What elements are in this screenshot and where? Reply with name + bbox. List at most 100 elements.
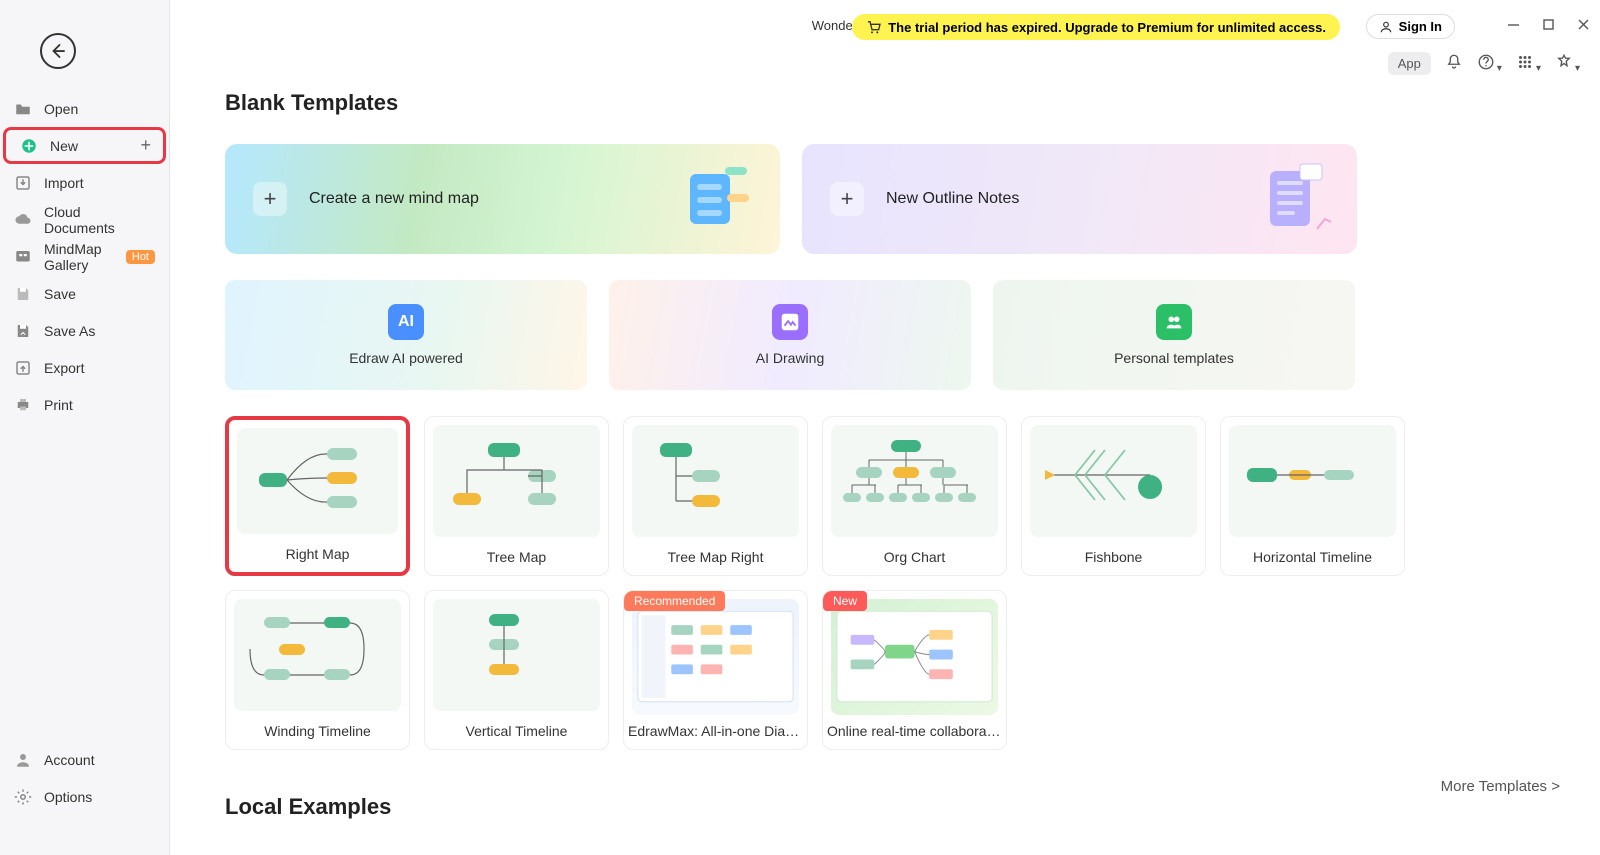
signin-label: Sign In [1399,19,1442,34]
grid-dropdown[interactable]: ▾ [1516,53,1541,74]
new-outline-label: New Outline Notes [886,190,1019,208]
template-label: EdrawMax: All-in-one Diag... [624,715,807,749]
ai-drawing-icon [772,304,808,340]
sidebar-item-label: Open [44,101,78,117]
template-label: Online real-time collaborat... [823,715,1006,749]
sidebar-item-label: Export [44,360,84,376]
fishbone-preview-icon [1030,425,1197,537]
sidebar-item-label: Save As [44,323,95,339]
sidebar-item-print[interactable]: Print [0,386,169,423]
sidebar-item-label: Cloud Documents [44,204,155,236]
back-button[interactable] [40,33,76,69]
tree-map-right-preview-icon [632,425,799,537]
template-org-chart[interactable]: Org Chart [822,416,1007,576]
horizontal-timeline-preview-icon [1229,425,1396,537]
template-label: Right Map [229,538,406,572]
plus-icon: + [253,182,287,216]
sidebar-item-label: Import [44,175,84,191]
right-map-preview-icon [237,428,398,534]
ai-drawing-card[interactable]: AI Drawing [609,280,971,390]
folder-icon [14,100,32,118]
sidebar-item-label: MindMap Gallery [44,241,122,273]
template-edrawmax[interactable]: Recommended EdrawMax: [623,590,808,750]
sidebar-item-label: Print [44,397,73,413]
more-templates-link[interactable]: More Templates > [1441,778,1560,795]
sidebar-item-label: New [50,138,78,154]
tree-map-preview-icon [433,425,600,537]
sidebar-item-label: Account [44,752,95,768]
app-chip[interactable]: App [1388,52,1431,75]
theme-dropdown[interactable]: ▾ [1555,53,1580,74]
sidebar-item-label: Options [44,789,92,805]
user-icon [14,751,32,769]
plus-icon: + [830,182,864,216]
template-label: Fishbone [1022,541,1205,575]
secondary-toolbar: App ▾ ▾ ▾ [1388,52,1580,75]
signin-button[interactable]: Sign In [1366,14,1455,39]
sidebar-item-new[interactable]: New + [3,127,166,164]
sidebar-item-mindmap-gallery[interactable]: MindMap Gallery Hot [0,238,169,275]
save-as-icon [14,322,32,340]
minimize-button[interactable] [1507,18,1520,36]
template-winding-timeline[interactable]: Winding Timeline [225,590,410,750]
gear-icon [14,788,32,806]
vertical-timeline-preview-icon [433,599,600,711]
maximize-button[interactable] [1542,18,1555,36]
template-tree-map-right[interactable]: Tree Map Right [623,416,808,576]
bell-icon[interactable] [1445,53,1463,74]
add-new-icon[interactable]: + [140,135,151,156]
edrawmax-preview-icon [632,599,799,715]
template-horizontal-timeline[interactable]: Horizontal Timeline [1220,416,1405,576]
ai-drawing-label: AI Drawing [756,350,824,366]
section-local-examples: Local Examples [225,794,1570,820]
print-icon [14,396,32,414]
close-button[interactable] [1577,18,1590,36]
new-outline-card[interactable]: + New Outline Notes [802,144,1357,254]
ai-powered-card[interactable]: AI Edraw AI powered [225,280,587,390]
sidebar-item-open[interactable]: Open [0,90,169,127]
mindmap-illustration-icon [665,159,755,239]
org-chart-preview-icon [831,425,998,537]
export-icon [14,359,32,377]
sidebar-item-cloud-documents[interactable]: Cloud Documents [0,201,169,238]
sidebar-item-save-as[interactable]: Save As [0,312,169,349]
personal-templates-card[interactable]: Personal templates [993,280,1355,390]
sidebar-item-save[interactable]: Save [0,275,169,312]
sidebar-item-options[interactable]: Options [0,778,169,815]
sidebar-item-export[interactable]: Export [0,349,169,386]
new-badge: New [823,591,867,611]
save-icon [14,285,32,303]
template-label: Horizontal Timeline [1221,541,1404,575]
trial-message: The trial period has expired. Upgrade to… [888,20,1326,35]
template-grid: Right Map Tree Map Tr [225,416,1570,750]
template-fishbone[interactable]: Fishbone [1021,416,1206,576]
create-mindmap-label: Create a new mind map [309,190,479,208]
template-label: Winding Timeline [226,715,409,749]
template-label: Tree Map Right [624,541,807,575]
template-label: Vertical Timeline [425,715,608,749]
personal-templates-label: Personal templates [1114,350,1234,366]
sidebar-item-label: Save [44,286,76,302]
template-tree-map[interactable]: Tree Map [424,416,609,576]
outline-illustration-icon [1242,159,1332,239]
ai-powered-icon: AI [388,304,424,340]
template-right-map[interactable]: Right Map [225,416,410,576]
plus-circle-icon [20,137,38,155]
sidebar-item-import[interactable]: Import [0,164,169,201]
create-mindmap-card[interactable]: + Create a new mind map [225,144,780,254]
main-area: Wondershare EdrawMind The trial period h… [170,0,1600,855]
winding-timeline-preview-icon [234,599,401,711]
import-icon [14,174,32,192]
template-label: Org Chart [823,541,1006,575]
online-collab-preview-icon [831,599,998,715]
cloud-icon [14,211,32,229]
template-label: Tree Map [425,541,608,575]
sidebar-item-account[interactable]: Account [0,741,169,778]
trial-banner[interactable]: The trial period has expired. Upgrade to… [852,14,1340,40]
help-dropdown[interactable]: ▾ [1477,53,1502,74]
template-online-collab[interactable]: New Online real-time collaborat... [822,590,1007,750]
cart-icon [866,19,882,35]
template-vertical-timeline[interactable]: Vertical Timeline [424,590,609,750]
gallery-icon [14,248,32,266]
arrow-left-icon [49,42,67,60]
